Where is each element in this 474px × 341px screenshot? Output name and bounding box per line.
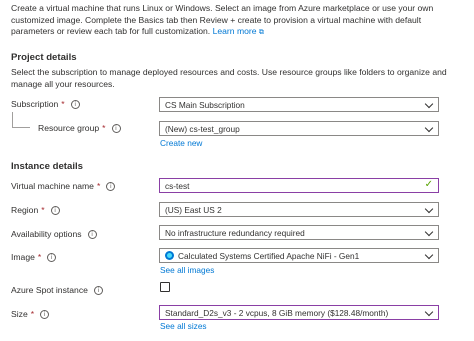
image-label: Image * i <box>11 252 57 262</box>
tree-connector <box>12 112 13 127</box>
required-marker: * <box>41 205 45 215</box>
vm-name-label: Virtual machine name * i <box>11 181 116 191</box>
info-icon[interactable]: i <box>111 123 121 133</box>
vm-name-value: cs-test <box>165 180 190 191</box>
vm-name-input[interactable]: cs-test ✓ <box>159 178 439 193</box>
chevron-down-icon <box>424 227 434 237</box>
info-icon[interactable]: i <box>93 285 103 295</box>
see-all-sizes-link[interactable]: See all sizes <box>160 321 207 331</box>
learn-more-link[interactable]: Learn more ⧉ <box>213 26 264 36</box>
spot-instance-label: Azure Spot instance i <box>11 285 103 295</box>
resource-group-value: (New) cs-test_group <box>165 123 240 134</box>
required-marker: * <box>30 309 35 319</box>
availability-dropdown[interactable]: No infrastructure redundancy required <box>159 225 439 240</box>
tree-connector <box>12 127 30 128</box>
info-icon[interactable]: i <box>87 229 97 239</box>
required-marker: * <box>102 123 106 133</box>
spot-instance-checkbox[interactable] <box>160 282 170 292</box>
resource-group-label: Resource group * i <box>38 123 121 133</box>
region-value: (US) East US 2 <box>165 204 222 215</box>
region-dropdown[interactable]: (US) East US 2 <box>159 202 439 217</box>
info-icon[interactable]: i <box>50 205 60 215</box>
see-all-images-link[interactable]: See all images <box>160 265 214 275</box>
required-marker: * <box>96 181 101 191</box>
create-new-link[interactable]: Create new <box>160 138 202 148</box>
chevron-down-icon <box>424 307 434 317</box>
region-label: Region * i <box>11 205 60 215</box>
chevron-down-icon <box>424 204 434 214</box>
subscription-value: CS Main Subscription <box>165 99 245 110</box>
size-dropdown[interactable]: Standard_D2s_v3 - 2 vcpus, 8 GiB memory … <box>159 305 439 320</box>
subscription-dropdown[interactable]: CS Main Subscription <box>159 97 439 112</box>
chevron-down-icon <box>424 250 434 260</box>
required-marker: * <box>61 99 65 109</box>
info-icon[interactable]: i <box>47 252 57 262</box>
resource-group-dropdown[interactable]: (New) cs-test_group <box>159 121 439 136</box>
info-icon[interactable]: i <box>40 309 50 319</box>
nifi-icon <box>165 251 174 260</box>
info-icon[interactable]: i <box>70 99 80 109</box>
external-link-icon: ⧉ <box>258 29 264 37</box>
size-label: Size * i <box>11 309 50 319</box>
chevron-down-icon <box>424 99 434 109</box>
subscription-label: Subscription * i <box>11 99 80 109</box>
image-dropdown[interactable]: Calculated Systems Certified Apache NiFi… <box>159 248 439 263</box>
availability-value: No infrastructure redundancy required <box>165 227 305 238</box>
project-details-heading: Project details <box>11 52 77 63</box>
required-marker: * <box>37 252 42 262</box>
project-details-description: Select the subscription to manage deploy… <box>11 67 447 89</box>
image-value: Calculated Systems Certified Apache NiFi… <box>178 250 360 261</box>
info-icon[interactable]: i <box>106 181 116 191</box>
availability-label: Availability options i <box>11 229 97 239</box>
check-icon: ✓ <box>424 179 433 190</box>
chevron-down-icon <box>424 123 434 133</box>
instance-details-heading: Instance details <box>11 161 83 172</box>
intro-text: Create a virtual machine that runs Linux… <box>11 3 461 39</box>
size-value: Standard_D2s_v3 - 2 vcpus, 8 GiB memory … <box>165 307 389 318</box>
